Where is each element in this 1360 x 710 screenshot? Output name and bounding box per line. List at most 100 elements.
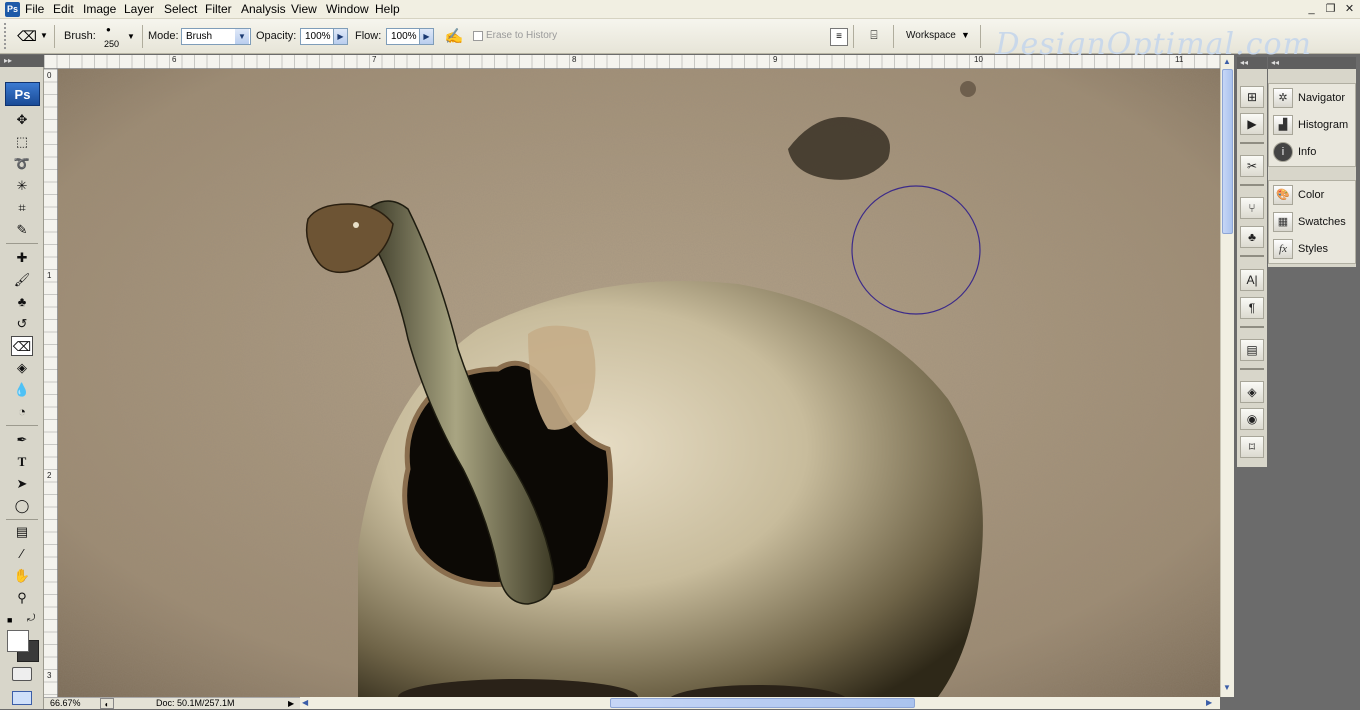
screen-mode-icon[interactable]: [12, 691, 32, 705]
status-menu-icon[interactable]: ▶: [288, 698, 294, 709]
brushes-icon[interactable]: ⑂: [1240, 197, 1264, 219]
erase-history-label: Erase to History: [486, 30, 558, 41]
flow-label: Flow:: [355, 30, 382, 42]
brush-picker-icon[interactable]: ▼: [127, 32, 135, 41]
character-icon[interactable]: A|: [1240, 269, 1264, 291]
panel-info[interactable]: i Info: [1271, 140, 1355, 164]
bridge-icon[interactable]: ⌸: [862, 28, 886, 46]
scroll-left-icon[interactable]: ◀: [302, 698, 308, 707]
ruler-label: 1: [47, 271, 52, 280]
airbrush-icon[interactable]: ✍: [442, 27, 466, 47]
clone-stamp-tool-icon[interactable]: ♣: [11, 292, 33, 312]
options-grip[interactable]: [4, 23, 12, 49]
status-info-icon[interactable]: ◐: [100, 698, 114, 709]
dodge-tool-icon[interactable]: ◔: [11, 402, 33, 422]
layer-comps-icon[interactable]: ⊞: [1240, 86, 1264, 108]
panel-color[interactable]: 🎨 Color: [1271, 183, 1355, 207]
paint-bucket-tool-icon[interactable]: ◈: [11, 358, 33, 378]
menu-window[interactable]: Window: [326, 2, 369, 16]
scroll-down-icon[interactable]: ▼: [1223, 683, 1231, 692]
panel-navigator[interactable]: ✲ Navigator: [1271, 86, 1355, 110]
ruler-label: 2: [47, 471, 52, 480]
mode-label: Mode:: [148, 30, 179, 42]
eraser-preset-icon[interactable]: ⌫: [16, 28, 38, 46]
eyedropper-tool-icon[interactable]: ⁄: [11, 544, 33, 564]
default-colors-icon[interactable]: ■: [7, 615, 12, 625]
flow-input[interactable]: 100%: [386, 28, 420, 45]
flow-slider-icon[interactable]: ▶: [419, 28, 434, 45]
actions-icon[interactable]: ▶: [1240, 113, 1264, 135]
magic-wand-tool-icon[interactable]: ✳: [11, 176, 33, 196]
dock-grip[interactable]: ◂◂: [1237, 57, 1267, 69]
restore-button[interactable]: ❐: [1322, 2, 1339, 17]
notes-icon[interactable]: ▤: [1240, 339, 1264, 361]
panel-swatches[interactable]: ▦ Swatches: [1271, 210, 1355, 234]
menu-image[interactable]: Image: [83, 2, 116, 16]
foreground-color-swatch[interactable]: [7, 630, 29, 652]
mode-select[interactable]: Brush ▼: [181, 28, 251, 45]
menu-select[interactable]: Select: [164, 2, 197, 16]
swap-colors-icon[interactable]: ⤾: [27, 613, 35, 624]
workspace-dropdown-icon[interactable]: ▼: [961, 30, 970, 40]
minimize-button[interactable]: _: [1303, 2, 1320, 17]
slice-tool-icon[interactable]: ✎: [11, 220, 33, 240]
quick-mask-icon[interactable]: [12, 667, 32, 681]
pen-tool-icon[interactable]: ✒: [11, 430, 33, 450]
paragraph-icon[interactable]: ¶: [1240, 297, 1264, 319]
panel-label: Histogram: [1298, 119, 1349, 131]
healing-brush-tool-icon[interactable]: ✚: [11, 248, 33, 268]
layers-icon[interactable]: ◈: [1240, 381, 1264, 403]
lasso-tool-icon[interactable]: ➰: [11, 154, 33, 174]
toolbox-grip[interactable]: ▸▸: [0, 55, 44, 67]
close-button[interactable]: ✕: [1341, 2, 1358, 17]
preset-dropdown-icon[interactable]: ▼: [40, 31, 48, 40]
workspace-button[interactable]: Workspace: [906, 30, 956, 41]
menu-help[interactable]: Help: [375, 2, 400, 16]
zoom-level[interactable]: 66.67%: [50, 698, 81, 709]
info-icon: i: [1273, 142, 1293, 162]
panel-styles[interactable]: fx Styles: [1271, 237, 1355, 261]
artwork: [58, 69, 1220, 697]
blur-tool-icon[interactable]: 💧: [11, 380, 33, 400]
toolbox: ▸▸ Ps ✥ ⬚ ➰ ✳ ⌗ ✎ ✚ 🖌 ♣ ↺ ⌫ ◈ 💧 ◔ ✒ T ➤ …: [0, 55, 44, 709]
tool-presets-icon[interactable]: ✂: [1240, 155, 1264, 177]
menu-filter[interactable]: Filter: [205, 2, 232, 16]
scroll-right-icon[interactable]: ▶: [1206, 698, 1212, 707]
document-canvas[interactable]: [58, 69, 1220, 697]
brush-tool-icon[interactable]: 🖌: [11, 270, 33, 290]
menu-view[interactable]: View: [291, 2, 317, 16]
move-tool-icon[interactable]: ✥: [11, 110, 33, 130]
history-brush-tool-icon[interactable]: ↺: [11, 314, 33, 334]
vertical-scrollbar[interactable]: ▲ ▼: [1220, 55, 1234, 697]
channels-icon[interactable]: ◉: [1240, 408, 1264, 430]
clone-source-icon[interactable]: ♣: [1240, 226, 1264, 248]
vertical-scroll-thumb[interactable]: [1222, 69, 1233, 234]
hand-tool-icon[interactable]: ✋: [11, 566, 33, 586]
opacity-slider-icon[interactable]: ▶: [333, 28, 348, 45]
type-tool-icon[interactable]: T: [11, 452, 33, 472]
notes-tool-icon[interactable]: ▤: [11, 522, 33, 542]
path-selection-tool-icon[interactable]: ➤: [11, 474, 33, 494]
erase-history-checkbox[interactable]: [473, 31, 483, 41]
crop-tool-icon[interactable]: ⌗: [11, 198, 33, 218]
ruler-ticks: [44, 55, 1220, 69]
mode-value: Brush: [186, 31, 213, 42]
menu-layer[interactable]: Layer: [124, 2, 154, 16]
marquee-tool-icon[interactable]: ⬚: [11, 132, 33, 152]
ps-logo-button[interactable]: Ps: [5, 82, 40, 106]
horizontal-scroll-thumb[interactable]: [610, 698, 915, 708]
opacity-input[interactable]: 100%: [300, 28, 334, 45]
panel-grip[interactable]: ◂◂: [1268, 57, 1356, 69]
palette-well-icon[interactable]: ≡: [830, 28, 848, 46]
ellipse-tool-icon[interactable]: ◯: [11, 496, 33, 516]
paths-icon[interactable]: ⌑: [1240, 436, 1264, 458]
brush-size[interactable]: 250: [104, 39, 119, 49]
horizontal-scrollbar[interactable]: ◀ ▶: [300, 697, 1220, 709]
scroll-up-icon[interactable]: ▲: [1223, 57, 1231, 66]
zoom-tool-icon[interactable]: ⚲: [11, 588, 33, 608]
panel-histogram[interactable]: ▟ Histogram: [1271, 113, 1355, 137]
eraser-tool-icon[interactable]: ⌫: [11, 336, 33, 356]
menu-edit[interactable]: Edit: [53, 2, 74, 16]
menu-analysis[interactable]: Analysis: [241, 2, 286, 16]
menu-file[interactable]: File: [25, 2, 44, 16]
